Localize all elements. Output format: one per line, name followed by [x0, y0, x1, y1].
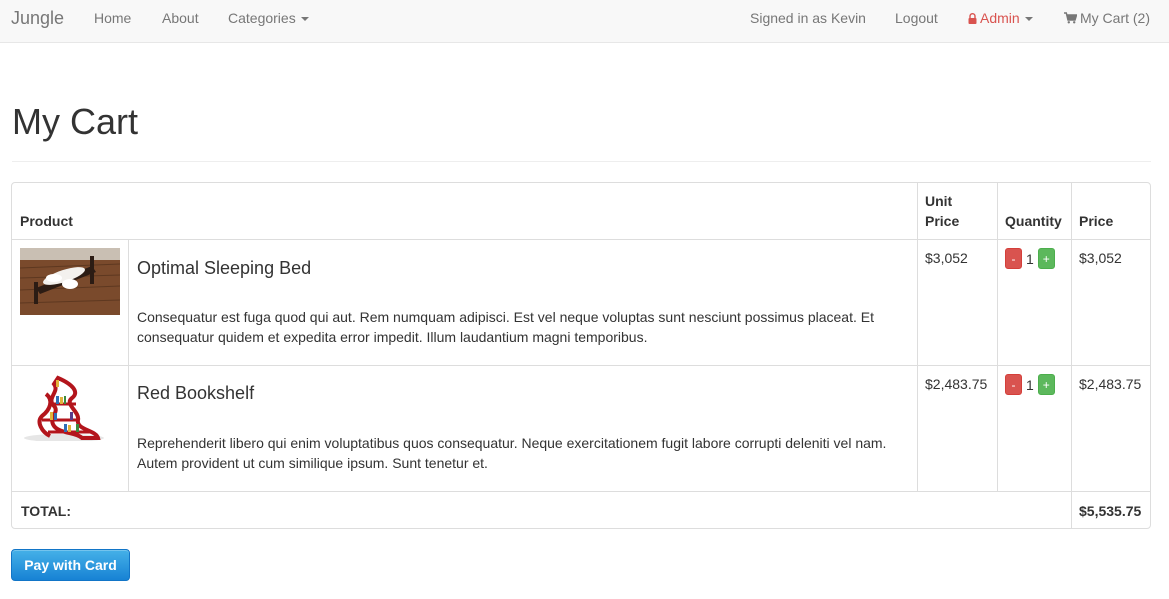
my-cart-link[interactable]: My Cart (2) — [1064, 0, 1150, 37]
product-image-red-bookshelf — [20, 374, 120, 441]
nav-about-link[interactable]: About — [162, 0, 199, 37]
page-title: My Cart — [12, 101, 138, 142]
header-unit-price-line2: Price — [925, 213, 960, 229]
column-divider — [1071, 183, 1072, 528]
product-image-sleeping-bed — [20, 248, 120, 315]
total-label: TOTAL: — [21, 503, 72, 519]
signed-in-text: Signed in as Kevin — [750, 10, 866, 26]
nav-categories-dropdown[interactable]: Categories — [228, 0, 309, 37]
decrease-quantity-button[interactable]: - — [1005, 374, 1022, 395]
unit-price: $2,483.75 — [925, 376, 988, 392]
header-unit-price-line1: Unit — [925, 193, 953, 209]
product-description: Reprehenderit libero qui enim voluptatib… — [137, 435, 887, 471]
quantity-value: 1 — [1026, 250, 1034, 267]
quantity-stepper: -1 + — [1005, 248, 1055, 269]
admin-dropdown[interactable]: Admin — [968, 0, 1033, 37]
column-divider — [997, 183, 998, 492]
quantity-stepper: -1 + — [1005, 374, 1055, 395]
row-divider — [12, 239, 1150, 240]
nav-categories-label: Categories — [228, 10, 296, 26]
brand-link[interactable]: Jungle — [11, 0, 64, 37]
line-price: $2,483.75 — [1079, 376, 1142, 392]
product-description: Consequatur est fuga quod qui aut. Rem n… — [137, 309, 874, 345]
logout-link[interactable]: Logout — [895, 0, 938, 37]
total-value: $5,535.75 — [1079, 503, 1142, 519]
column-divider — [128, 240, 129, 492]
row-divider — [12, 365, 1150, 366]
unit-price: $3,052 — [925, 250, 968, 266]
nav-home-link[interactable]: Home — [94, 0, 131, 37]
header-unit-price: Unit Price — [925, 191, 959, 231]
admin-label: Admin — [980, 10, 1020, 26]
header-quantity: Quantity — [1005, 213, 1062, 229]
decrease-quantity-button[interactable]: - — [1005, 248, 1022, 269]
increase-quantity-button[interactable]: + — [1037, 248, 1055, 269]
chevron-down-icon — [1024, 17, 1033, 22]
header-divider — [12, 161, 1151, 162]
product-name[interactable]: Optimal Sleeping Bed — [137, 257, 311, 279]
pay-with-card-button[interactable]: Pay with Card — [11, 549, 130, 581]
chevron-down-icon — [300, 17, 309, 22]
line-price: $3,052 — [1079, 250, 1122, 266]
cart-table: Product Unit Price Quantity Price Optima… — [11, 182, 1151, 529]
product-name[interactable]: Red Bookshelf — [137, 382, 254, 404]
my-cart-label: My Cart (2) — [1080, 10, 1150, 26]
column-divider — [917, 183, 918, 492]
header-price: Price — [1079, 213, 1114, 229]
navbar: Jungle Home About Categories Signed in a… — [0, 0, 1169, 43]
quantity-value: 1 — [1026, 376, 1034, 393]
lock-icon — [968, 13, 977, 24]
row-divider — [12, 491, 1150, 492]
increase-quantity-button[interactable]: + — [1037, 374, 1055, 395]
shopping-cart-icon — [1064, 12, 1077, 24]
header-product: Product — [20, 213, 73, 229]
